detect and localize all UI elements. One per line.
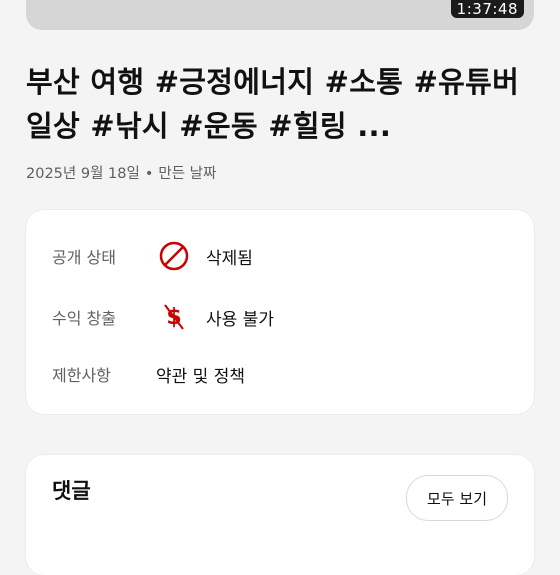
- visibility-label: 공개 상태: [52, 248, 116, 267]
- video-thumbnail[interactable]: 1:37:48: [26, 0, 534, 30]
- visibility-value: 삭제됨: [206, 248, 253, 269]
- monetization-row: 수익 창출 $ 사용 불가: [52, 297, 274, 337]
- created-date: 2025년 9월 18일: [26, 166, 140, 182]
- comments-heading: 댓글: [52, 479, 91, 503]
- comments-card: 댓글 모두 보기: [26, 455, 534, 575]
- monetization-value: 사용 불가: [206, 309, 274, 330]
- video-title: 부산 여행 #긍정에너지 #소통 #유튜버일상 #낚시 #운동 #힐링 ...: [26, 65, 520, 143]
- video-meta: 2025년 9월 18일 • 만든 날짜: [26, 162, 216, 183]
- restrictions-row: 제한사항 약관 및 정책: [52, 354, 245, 394]
- prohibited-icon: [158, 240, 190, 272]
- visibility-row: 공개 상태 삭제됨: [52, 236, 253, 276]
- duration-badge: 1:37:48: [450, 0, 524, 18]
- created-date-label: 만든 날짜: [158, 166, 217, 182]
- status-card: 공개 상태 삭제됨 수익 창출 $ 사용 불가 제한사항 약관 및 정책: [26, 210, 534, 414]
- view-all-comments-button[interactable]: 모두 보기: [406, 475, 508, 521]
- restrictions-value[interactable]: 약관 및 정책: [156, 362, 245, 387]
- meta-separator: •: [144, 166, 154, 182]
- restrictions-label: 제한사항: [52, 366, 111, 385]
- monetization-off-icon: $: [158, 301, 190, 333]
- monetization-label: 수익 창출: [52, 309, 116, 328]
